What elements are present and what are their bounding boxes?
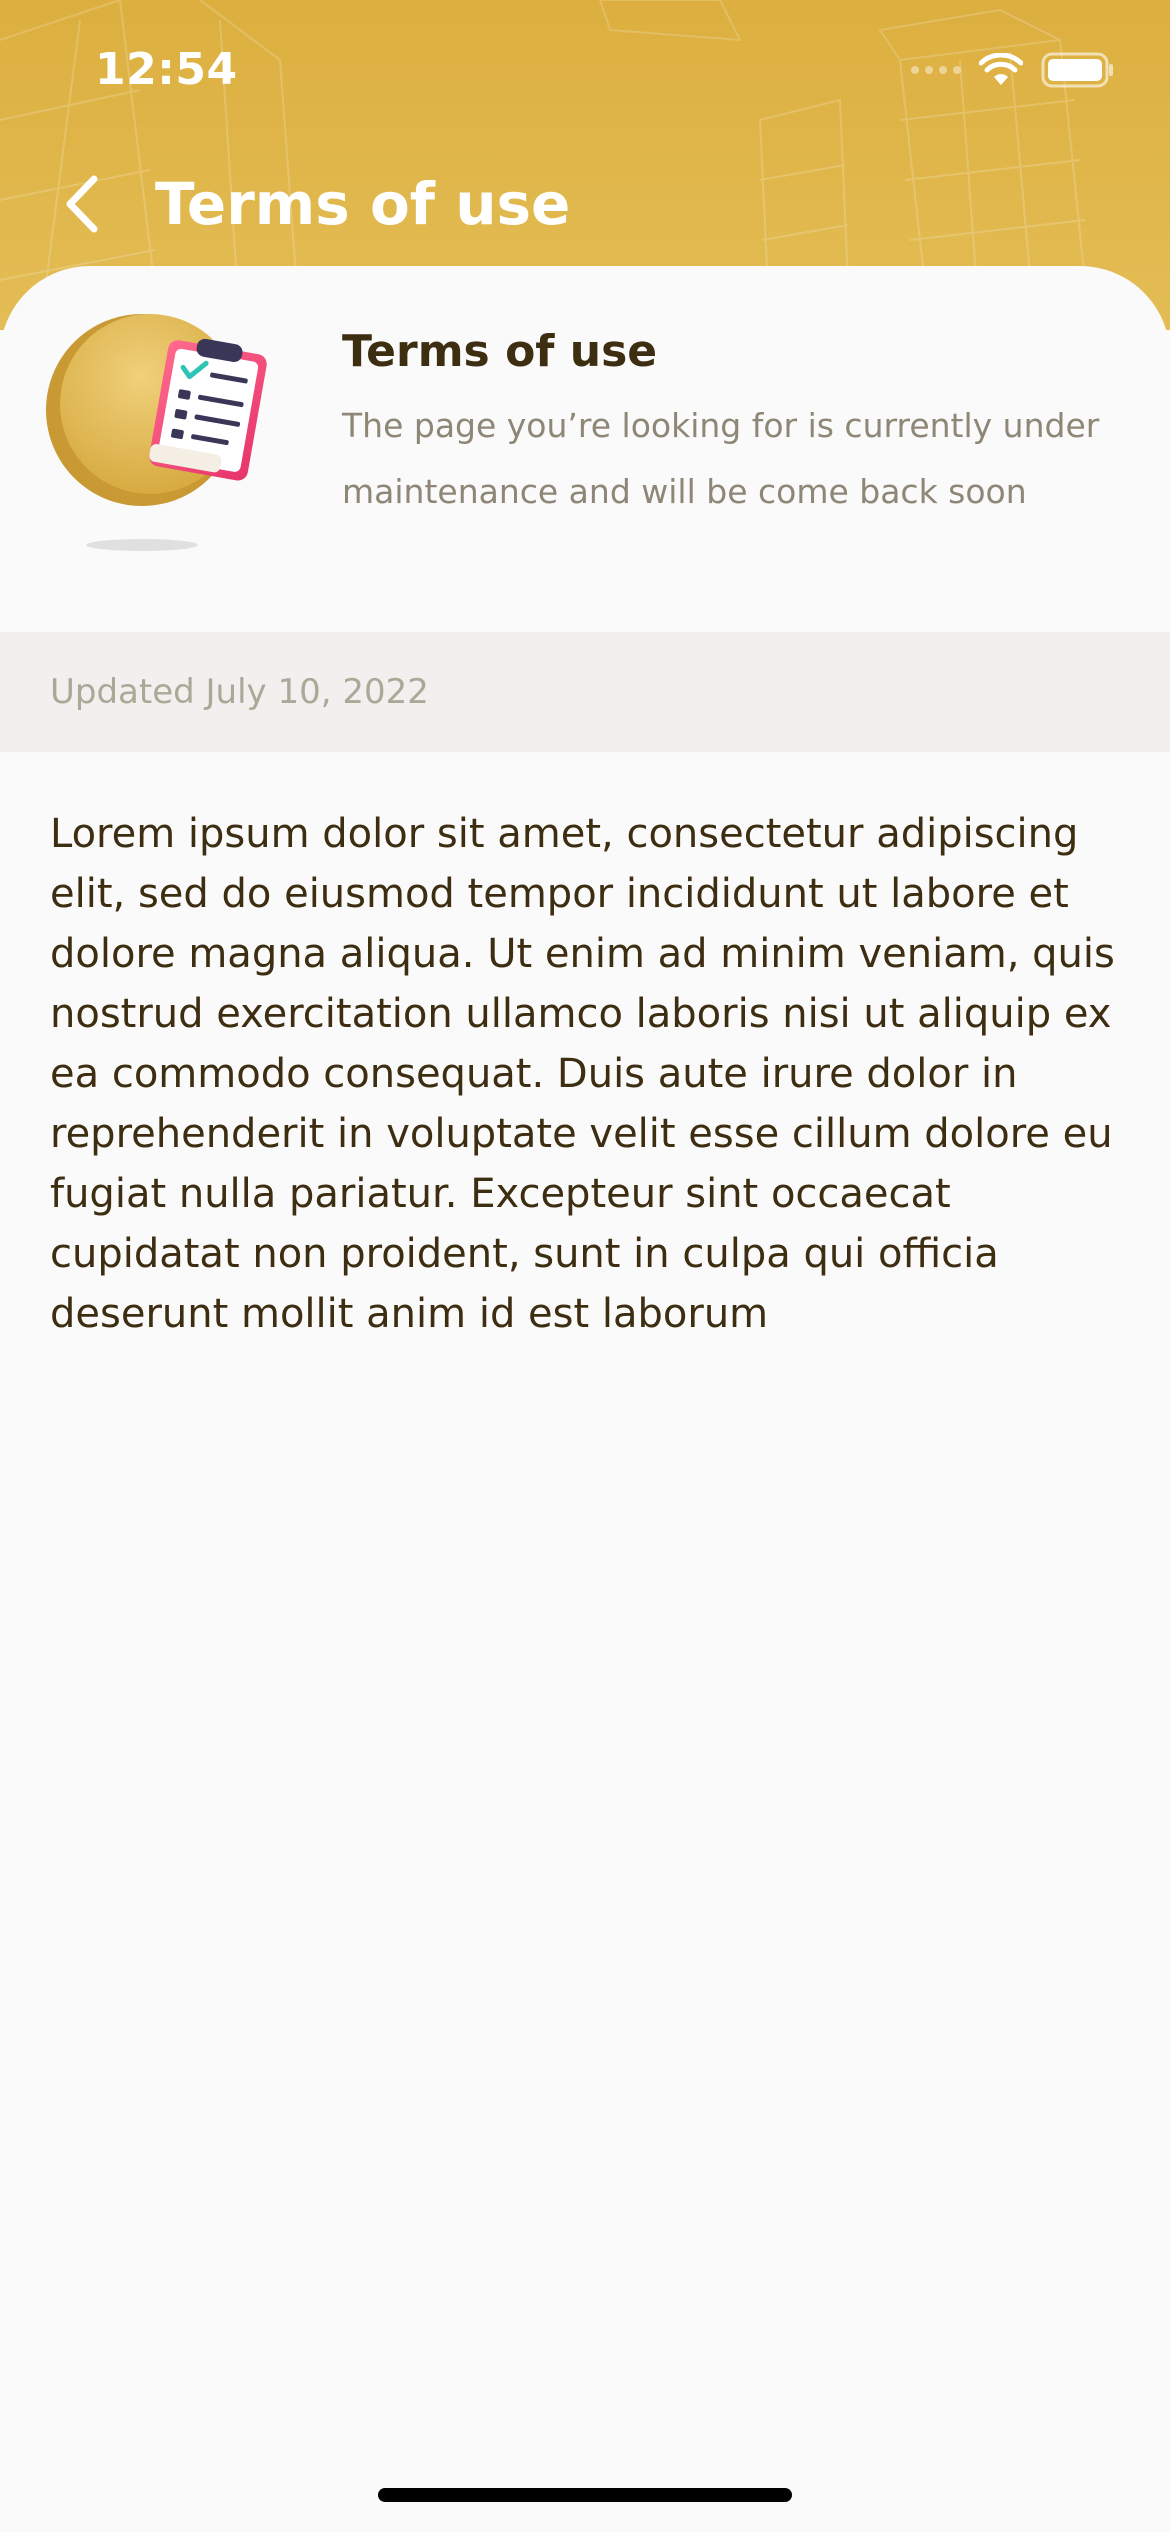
status-time: 12:54 (95, 44, 238, 95)
updated-date: Updated July 10, 2022 (50, 672, 429, 712)
terms-body-text: Lorem ipsum dolor sit amet, consectetur … (50, 811, 1115, 1337)
hero-title: Terms of use (342, 326, 658, 377)
content-sheet (0, 266, 1170, 2532)
signal-icon (911, 66, 961, 74)
hero-description: The page you’re looking for is currently… (342, 406, 1100, 511)
battery-icon (1041, 52, 1113, 88)
back-button[interactable] (52, 168, 112, 240)
chevron-left-icon (66, 175, 98, 233)
page-title: Terms of use (155, 170, 571, 238)
home-indicator[interactable] (378, 2488, 792, 2502)
updated-bar: Updated July 10, 2022 (0, 632, 1170, 752)
clipboard-checklist-icon (46, 314, 267, 551)
status-icons (911, 52, 1115, 88)
wifi-icon (979, 53, 1023, 85)
